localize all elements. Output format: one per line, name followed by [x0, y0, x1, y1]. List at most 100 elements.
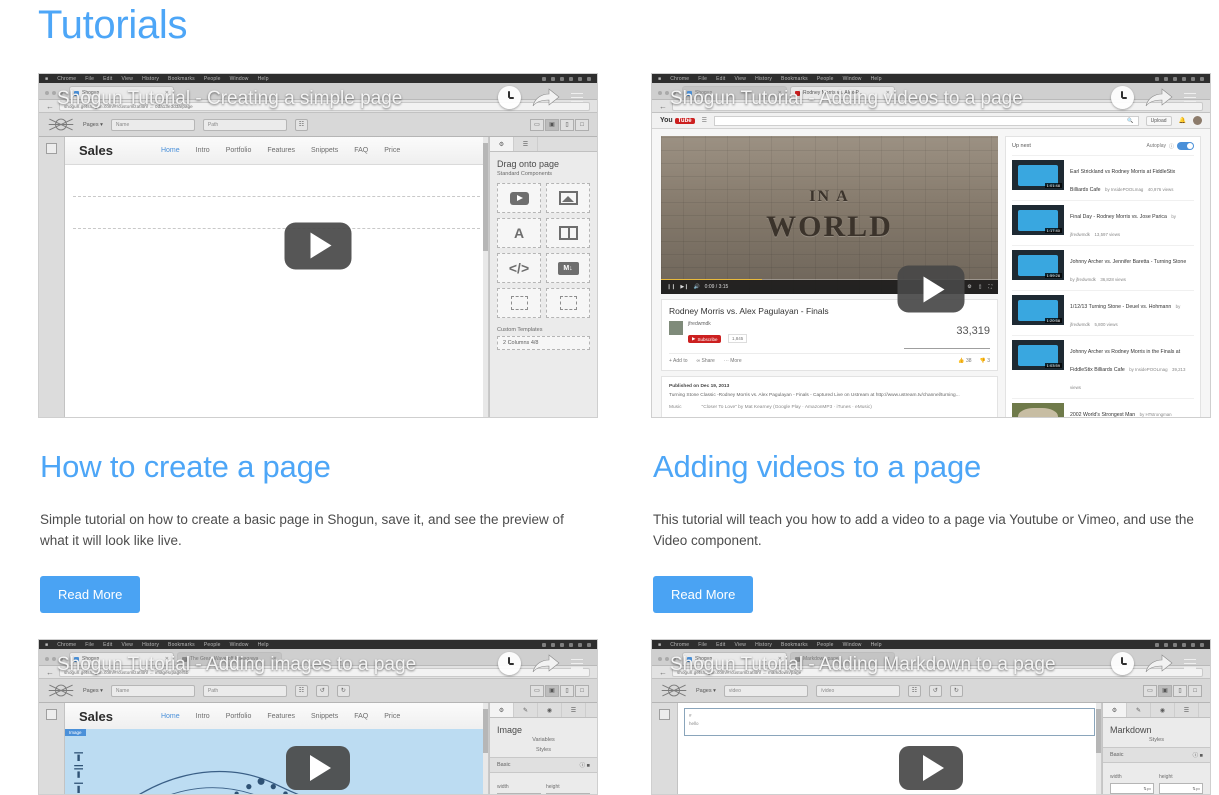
- custom-template-item[interactable]: 2 Columns 4/8: [497, 336, 590, 350]
- youtube-search-input[interactable]: 🔍: [713, 115, 1139, 126]
- autoplay-toggle[interactable]: [1177, 142, 1194, 150]
- device-preview-toggles[interactable]: ▭ ▣ ▯ □: [1143, 684, 1202, 697]
- more-menu-icon[interactable]: [1184, 658, 1196, 669]
- component-video[interactable]: [497, 183, 541, 213]
- mock-nav-portfolio[interactable]: Portfolio: [226, 713, 252, 720]
- browser-tab-shogun[interactable]: Shogun ✕: [69, 86, 174, 99]
- basic-icons[interactable]: ⓘ ■: [1193, 751, 1203, 759]
- device-tablet-icon[interactable]: ▯: [560, 684, 574, 697]
- back-arrow-icon[interactable]: ←: [659, 102, 667, 111]
- image-panel-styles[interactable]: Styles: [490, 747, 597, 757]
- browser-tab-secondary[interactable]: The Great Wave off Kanagawa ✕: [177, 652, 282, 666]
- back-arrow-icon[interactable]: ←: [659, 668, 667, 677]
- theater-mode-icon[interactable]: ▯: [979, 284, 982, 290]
- canvas-scrollbar[interactable]: [1096, 703, 1101, 795]
- tab-components-icon[interactable]: ☰: [1175, 703, 1199, 718]
- add-to-button[interactable]: + Add to: [669, 358, 688, 364]
- fullscreen-icon[interactable]: ⛶: [988, 284, 992, 290]
- markdown-editor-area[interactable]: # hello: [684, 708, 1095, 737]
- basic-section-header[interactable]: Basic ⓘ ■: [490, 757, 597, 774]
- mock-nav-price[interactable]: Price: [384, 713, 400, 720]
- unit-label[interactable]: px: [1147, 786, 1151, 791]
- tab-style-icon[interactable]: ✎: [514, 703, 538, 718]
- unit-label[interactable]: px: [1196, 786, 1200, 791]
- undo-button[interactable]: ↺: [315, 684, 329, 697]
- basic-section-header[interactable]: Basic ⓘ ■: [1103, 747, 1210, 764]
- share-button[interactable]: ∞ Share: [697, 358, 715, 364]
- drop-zone-row[interactable]: [73, 203, 480, 229]
- guide-menu-icon[interactable]: ☰: [702, 117, 707, 124]
- gutter-handle[interactable]: [46, 709, 57, 721]
- device-laptop-icon[interactable]: ▣: [545, 684, 559, 697]
- channel-avatar[interactable]: [669, 321, 683, 335]
- autoplay-control[interactable]: Autoplay ⓘ: [1147, 142, 1194, 150]
- more-button[interactable]: ⋯ More: [724, 358, 742, 364]
- device-preview-toggles[interactable]: ▭ ▣ ▯ □: [530, 118, 589, 131]
- channel-name[interactable]: jfredwmdk: [688, 321, 747, 327]
- height-input[interactable]: ⇅ px: [1159, 783, 1203, 795]
- close-icon[interactable]: ✕: [778, 90, 782, 96]
- page-name-input[interactable]: video: [723, 684, 808, 697]
- component-columns[interactable]: [546, 218, 590, 248]
- pages-menu[interactable]: Pages ▾: [83, 688, 103, 694]
- basic-icons[interactable]: ⓘ ■: [580, 761, 590, 769]
- subscribe-button[interactable]: ▶ Subscribe: [688, 335, 722, 343]
- device-laptop-icon[interactable]: ▣: [545, 118, 559, 131]
- browser-tab-secondary[interactable]: Markdown page ✕: [790, 652, 895, 666]
- mock-nav-snippets[interactable]: Snippets: [311, 713, 338, 720]
- list-item[interactable]: 1:59:28 Johnny Archer vs. Jennifer Baret…: [1012, 245, 1194, 290]
- device-laptop-icon[interactable]: ▣: [1158, 684, 1172, 697]
- canvas-scrollbar[interactable]: [483, 703, 488, 795]
- window-controls[interactable]: [658, 91, 676, 95]
- mock-nav-faq[interactable]: FAQ: [354, 147, 368, 154]
- share-icon[interactable]: [1144, 86, 1174, 109]
- page-canvas[interactable]: # hello: [678, 703, 1102, 795]
- canvas-scrollbar[interactable]: [483, 137, 488, 417]
- video-thumbnail-create-page[interactable]: ■ Chrome File Edit View History Bookmark…: [38, 73, 598, 418]
- watch-later-icon[interactable]: [1111, 652, 1134, 676]
- list-item[interactable]: 46:04 2002 World's Strongest Man by HTst…: [1012, 398, 1194, 417]
- image-panel-variables[interactable]: Variables: [490, 737, 597, 747]
- more-menu-icon[interactable]: [1184, 92, 1196, 103]
- save-button[interactable]: ☷: [907, 684, 921, 697]
- page-path-input[interactable]: Path: [202, 684, 287, 697]
- undo-button[interactable]: ↺: [928, 684, 942, 697]
- page-canvas[interactable]: Sales Home Intro Portfolio Features Snip…: [65, 137, 489, 417]
- drop-zone-row[interactable]: [73, 171, 480, 197]
- notifications-bell-icon[interactable]: 🔔: [1179, 117, 1186, 124]
- page-canvas[interactable]: Sales Home Intro Portfolio Features Snip…: [65, 703, 489, 795]
- more-menu-icon[interactable]: [571, 658, 583, 669]
- component-code[interactable]: </>: [497, 253, 541, 283]
- back-arrow-icon[interactable]: ←: [46, 668, 54, 677]
- save-button[interactable]: ☷: [294, 118, 308, 131]
- device-tablet-icon[interactable]: ▯: [560, 118, 574, 131]
- share-icon[interactable]: [1144, 652, 1174, 675]
- tab-components-icon[interactable]: ☰: [562, 703, 586, 718]
- close-icon[interactable]: ✕: [886, 90, 890, 96]
- markdown-panel-styles[interactable]: Styles: [1103, 737, 1210, 747]
- mock-nav-features[interactable]: Features: [267, 147, 295, 154]
- volume-icon[interactable]: 🔊: [693, 284, 699, 290]
- next-icon[interactable]: ▶❙: [680, 284, 688, 290]
- component-image[interactable]: [546, 183, 590, 213]
- video-thumbnail-adding-markdown[interactable]: ■ Chrome File Edit View History Bookmark…: [651, 639, 1211, 795]
- mock-nav-snippets[interactable]: Snippets: [311, 147, 338, 154]
- window-controls[interactable]: [45, 657, 63, 662]
- page-name-input[interactable]: Name: [110, 118, 195, 131]
- mock-nav-price[interactable]: Price: [384, 147, 400, 154]
- tab-settings-icon[interactable]: ⚙: [1103, 703, 1127, 718]
- list-item[interactable]: 1:03:59 Johnny Archer vs Rodney Morris i…: [1012, 335, 1194, 398]
- close-icon[interactable]: ✕: [165, 90, 169, 96]
- device-desktop-icon[interactable]: ▭: [530, 118, 544, 131]
- more-menu-icon[interactable]: [571, 92, 583, 103]
- play-button[interactable]: [899, 746, 963, 791]
- device-desktop-icon[interactable]: ▭: [530, 684, 544, 697]
- list-item[interactable]: 1:17:40 Final Day - Rodney Morris vs. Jo…: [1012, 200, 1194, 245]
- close-icon[interactable]: ✕: [778, 656, 782, 662]
- watch-later-icon[interactable]: [498, 652, 521, 676]
- device-preview-toggles[interactable]: ▭ ▣ ▯ □: [530, 684, 589, 697]
- list-item[interactable]: 1:20:58 1/12/13 Turning Stone - Deuel vs…: [1012, 290, 1194, 335]
- mock-nav-intro[interactable]: Intro: [196, 713, 210, 720]
- play-button[interactable]: [897, 265, 965, 313]
- device-mobile-icon[interactable]: □: [1188, 684, 1202, 697]
